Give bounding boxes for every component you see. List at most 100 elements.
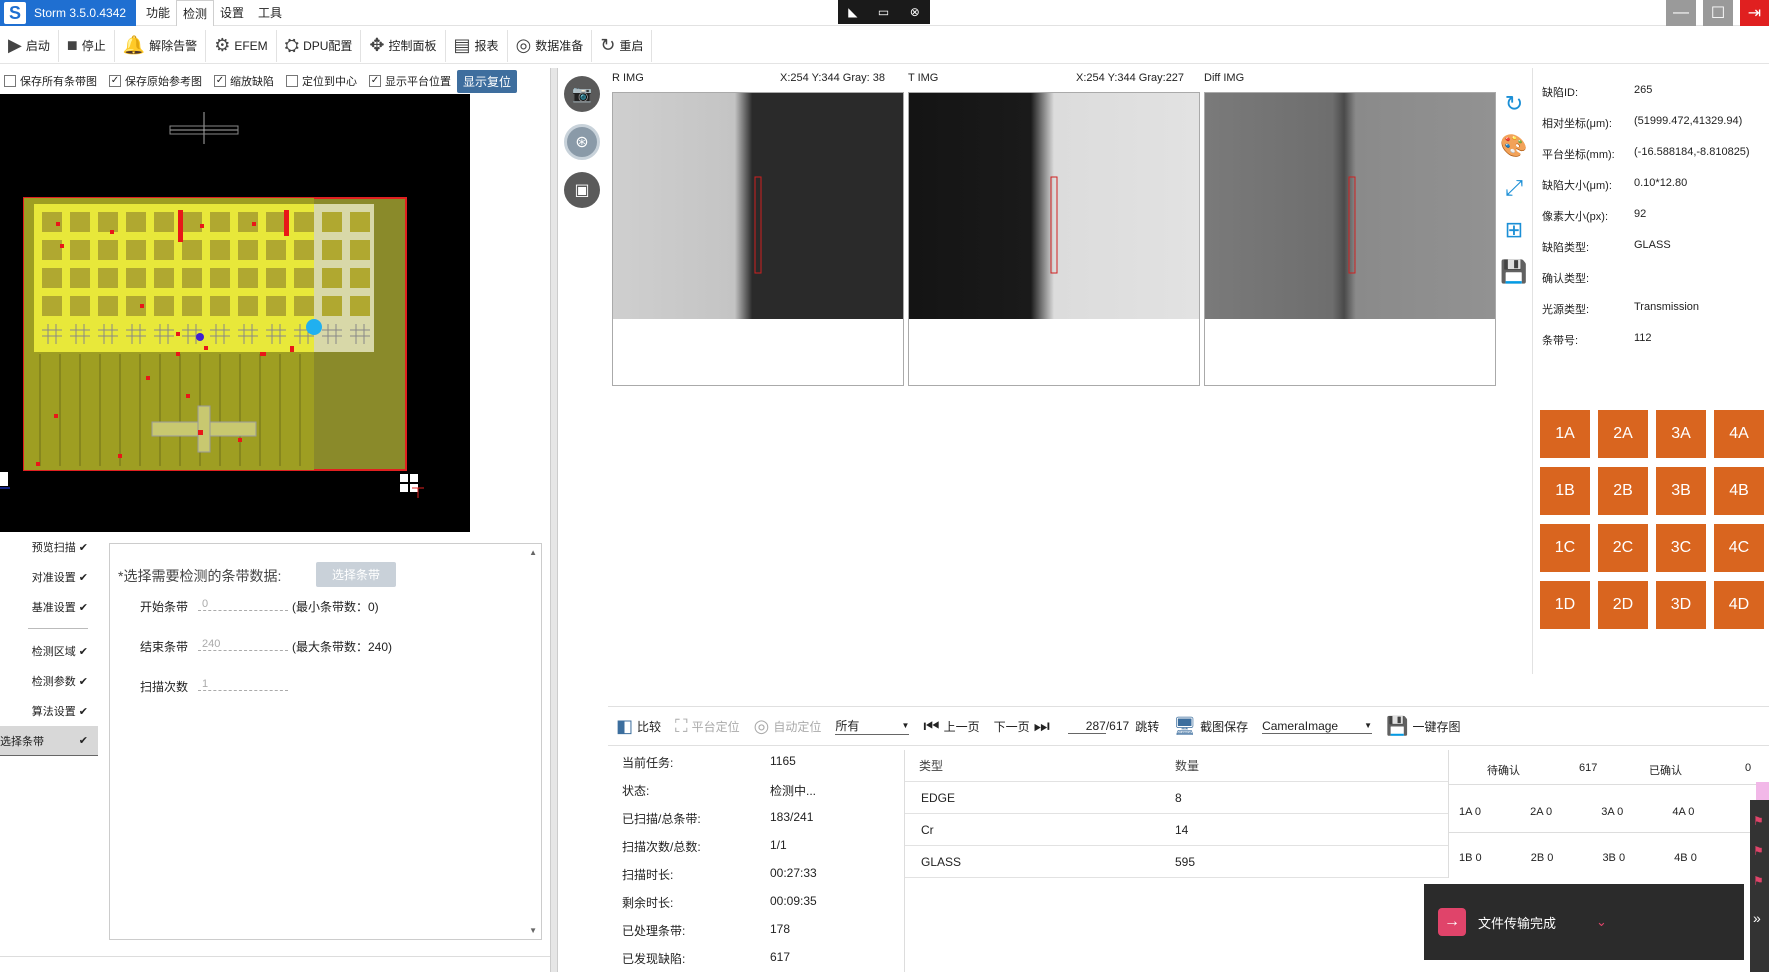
image-type-value: CameraImage: [1262, 718, 1339, 733]
camera-count: 0: [1546, 806, 1553, 818]
clear-alarm-button[interactable]: 🔔 解除告警: [115, 29, 207, 62]
close-remote-icon[interactable]: ⊗: [910, 5, 920, 19]
end-strip-input[interactable]: 240: [198, 638, 288, 651]
monitor-icon[interactable]: ▭: [878, 5, 889, 19]
camera-1a-button[interactable]: 1A: [1540, 410, 1590, 458]
control-panel-button[interactable]: ✥ 控制面板: [361, 29, 446, 62]
auto-locate-button[interactable]: ◎ 自动定位: [754, 716, 822, 737]
minimize-icon[interactable]: —: [1666, 0, 1696, 26]
save-all-strips-checkbox[interactable]: 保存所有条带图: [4, 73, 97, 89]
scanned-strips-value: 183/241: [770, 810, 814, 824]
camera-3c-button[interactable]: 3C: [1656, 524, 1706, 572]
table-row[interactable]: EDGE 8: [905, 782, 1448, 814]
add-region-icon[interactable]: ⊞: [1500, 216, 1528, 244]
diff-img-view[interactable]: [1204, 92, 1496, 386]
camera-3a-button[interactable]: 3A: [1656, 410, 1706, 458]
camera-4c-button[interactable]: 4C: [1714, 524, 1764, 572]
data-prep-button[interactable]: ◎ 数据准备: [508, 29, 593, 62]
count-column-header: 数量: [1175, 759, 1200, 773]
wafer-map-canvas[interactable]: [0, 94, 470, 532]
exit-icon[interactable]: ⇥: [1740, 0, 1769, 26]
camera-2b-button[interactable]: 2B: [1598, 467, 1648, 515]
step-inspection-params[interactable]: 检测参数 ✔: [0, 666, 98, 696]
capture-save-button[interactable]: 🖥 截图保存: [1173, 716, 1248, 737]
start-strip-input[interactable]: 0: [198, 598, 288, 611]
menu-settings[interactable]: 设置: [214, 0, 250, 26]
camera-2d-button[interactable]: 2D: [1598, 581, 1648, 629]
scroll-down-icon[interactable]: ▼: [529, 926, 537, 935]
select-strip-button[interactable]: 选择条带: [316, 562, 397, 587]
table-row[interactable]: Cr 14: [905, 814, 1448, 846]
prev-page-button[interactable]: ⏮ 上一页: [923, 716, 979, 737]
title-bar: S Storm 3.5.0.4342 功能 检测 设置 工具 ◣ ▭ ⊗ — ☐…: [0, 0, 1769, 26]
step-label: 选择条带: [0, 735, 44, 748]
efem-button[interactable]: ⚙ EFEM: [206, 29, 277, 62]
step-preview-scan[interactable]: 预览扫描 ✔: [0, 532, 98, 562]
expand-icon[interactable]: ⤢: [1500, 174, 1528, 202]
show-platform-checkbox[interactable]: ✓ 显示平台位置: [369, 73, 451, 89]
save-all-images-button[interactable]: 💾 一键存图: [1386, 716, 1460, 737]
chevron-down-icon[interactable]: ⌄: [1596, 914, 1607, 930]
flag-icon[interactable]: ⚑: [1753, 844, 1769, 858]
compare-button[interactable]: ◧ 比较: [616, 716, 661, 737]
step-algorithm[interactable]: 算法设置 ✔: [0, 696, 98, 726]
step-label: 预览扫描: [31, 542, 76, 554]
start-button[interactable]: ▶ 启动: [0, 29, 59, 62]
camera-4b-button[interactable]: 4B: [1714, 467, 1764, 515]
camera-3d-button[interactable]: 3D: [1656, 581, 1706, 629]
scan-count-input[interactable]: 1: [198, 678, 288, 691]
t-img-view[interactable]: [908, 92, 1200, 386]
camera-2c-button[interactable]: 2C: [1598, 524, 1648, 572]
jump-button[interactable]: 跳转: [1135, 718, 1159, 735]
show-reset-button[interactable]: 显示复位: [457, 69, 518, 93]
camera-4a-button[interactable]: 4A: [1714, 410, 1764, 458]
flag-icon[interactable]: ⚑: [1753, 814, 1769, 828]
dpu-config-button[interactable]: ⛭ DPU配置: [277, 29, 362, 62]
camera-1d-button[interactable]: 1D: [1540, 581, 1590, 629]
step-alignment[interactable]: 对准设置 ✔: [0, 562, 98, 592]
menu-tools[interactable]: 工具: [252, 0, 288, 26]
table-row[interactable]: GLASS 595: [905, 846, 1448, 878]
file-transfer-toast[interactable]: → 文件传输完成 ⌄: [1424, 884, 1744, 960]
r-img-view[interactable]: [612, 92, 904, 386]
count-cell: 14: [1175, 822, 1189, 837]
pin-icon[interactable]: ◣: [848, 5, 857, 19]
camera-icon[interactable]: 📷: [564, 76, 600, 112]
image-type-select[interactable]: CameraImage ▼: [1262, 718, 1373, 734]
camera-3b-button[interactable]: 3B: [1656, 467, 1706, 515]
step-baseline[interactable]: 基准设置 ✔: [0, 592, 98, 622]
step-inspection-area[interactable]: 检测区域 ✔: [0, 636, 98, 666]
locate-center-checkbox[interactable]: 定位到中心: [286, 73, 357, 89]
next-page-button[interactable]: 下一页 ⏭: [994, 716, 1054, 737]
report-button[interactable]: ▤ 报表: [446, 29, 508, 62]
scroll-up-icon[interactable]: ▲: [529, 548, 537, 557]
step-label: 对准设置: [31, 572, 76, 584]
menu-inspect[interactable]: 检测: [176, 0, 215, 26]
camera-1c-button[interactable]: 1C: [1540, 524, 1590, 572]
palette-icon[interactable]: 🎨: [1500, 132, 1528, 160]
camera-4d-button[interactable]: 4D: [1714, 581, 1764, 629]
image-frame-icon[interactable]: ▣: [564, 172, 600, 208]
save-icon[interactable]: 💾: [1500, 258, 1528, 286]
flag-icon[interactable]: ⚑: [1753, 874, 1769, 888]
platform-locate-button[interactable]: ⛶ 平台定位: [675, 716, 740, 737]
camera-2a-button[interactable]: 2A: [1598, 410, 1648, 458]
stop-button[interactable]: ■ 停止: [59, 29, 115, 62]
step-select-strip[interactable]: 选择条带 ✔: [0, 726, 98, 756]
defect-map-icon[interactable]: ⊛: [564, 124, 600, 160]
maximize-icon[interactable]: ☐: [1703, 0, 1733, 26]
logo-icon: S: [4, 2, 26, 24]
confirmation-panel: 待确认 617 已确认 0 1A 0 2A 0 3A 0 4A 0 1B 0 2…: [1448, 750, 1769, 878]
zoom-defect-checkbox[interactable]: ✓ 缩放缺陷: [214, 73, 274, 89]
splitter[interactable]: [550, 68, 558, 972]
expand-right-icon[interactable]: »: [1753, 910, 1769, 926]
filter-select[interactable]: 所有 ▼: [835, 717, 910, 735]
restart-button[interactable]: ↻ 重启: [592, 29, 653, 62]
camera-1b-button[interactable]: 1B: [1540, 467, 1590, 515]
table-header: 类型 数量: [905, 750, 1448, 782]
menu-function[interactable]: 功能: [140, 0, 176, 26]
save-ref-image-checkbox[interactable]: ✓ 保存原始参考图: [109, 73, 202, 89]
bell-icon: 🔔: [122, 35, 146, 55]
refresh-icon[interactable]: ↻: [1500, 90, 1528, 118]
page-input[interactable]: 287: [1067, 719, 1106, 734]
